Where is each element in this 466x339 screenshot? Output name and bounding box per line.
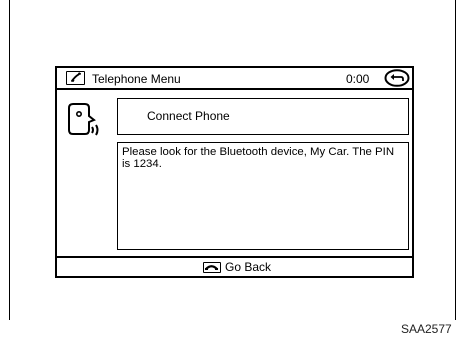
footer-bar: Go Back <box>57 256 412 276</box>
phone-hangup-icon <box>203 261 221 273</box>
message-panel: Please look for the Bluetooth device, My… <box>117 142 409 250</box>
call-timer: 0:00 <box>346 72 370 86</box>
phone-handset-icon <box>66 71 85 85</box>
telephone-menu-screen: Telephone Menu 0:00 Connect Phone Please… <box>55 66 414 278</box>
go-back-label: Go Back <box>225 260 272 274</box>
return-arrow-icon[interactable] <box>384 69 410 87</box>
voice-recognition-icon <box>63 100 107 140</box>
connect-phone-label: Connect Phone <box>147 109 230 123</box>
connect-phone-button[interactable]: Connect Phone <box>117 98 409 135</box>
bluetooth-instruction-text: Please look for the Bluetooth device, My… <box>122 146 395 170</box>
menu-title: Telephone Menu <box>92 72 181 86</box>
figure-reference-code: SAA2577 <box>401 322 452 336</box>
title-bar: Telephone Menu 0:00 <box>57 68 412 90</box>
go-back-button[interactable]: Go Back <box>203 260 271 274</box>
